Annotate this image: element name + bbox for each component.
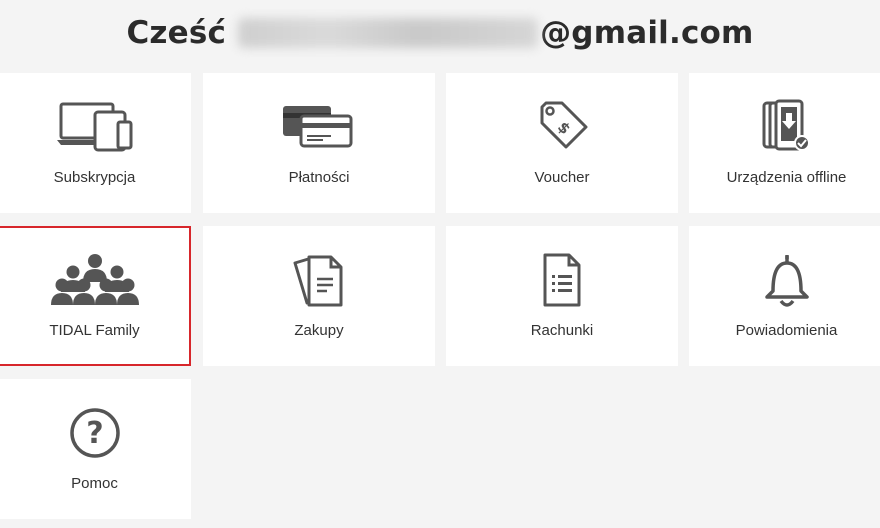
tile-subscription[interactable]: Subskrypcja	[0, 73, 191, 213]
tile-label: Rachunki	[530, 322, 594, 339]
bell-icon	[742, 250, 832, 310]
offline-devices-icon	[742, 97, 832, 157]
documents-icon	[274, 250, 364, 310]
tile-label: Płatności	[288, 169, 350, 186]
tile-label: Zakupy	[294, 322, 344, 339]
tile-label: Subskrypcja	[53, 169, 136, 186]
price-tag-icon: $	[517, 97, 607, 157]
tile-label: Voucher	[534, 169, 590, 186]
tile-voucher[interactable]: $ Voucher	[446, 73, 678, 213]
tile-tidal-family[interactable]: TIDAL Family	[0, 226, 191, 366]
tile-payments[interactable]: Płatności	[203, 73, 435, 213]
tile-notifications[interactable]: Powiadomienia	[689, 226, 880, 366]
family-icon	[50, 250, 140, 310]
devices-icon	[50, 97, 140, 157]
credit-cards-icon	[274, 97, 364, 157]
receipt-icon	[517, 250, 607, 310]
tile-label: TIDAL Family	[49, 322, 140, 339]
tile-purchases[interactable]: Zakupy	[203, 226, 435, 366]
tile-offline-devices[interactable]: Urządzenia offline	[689, 73, 880, 213]
help-icon: ?	[50, 403, 140, 463]
tile-help[interactable]: ? Pomoc	[0, 379, 191, 519]
tile-receipts[interactable]: Rachunki	[446, 226, 678, 366]
tile-label: Powiadomienia	[735, 322, 838, 339]
greeting-prefix: Cześć	[126, 15, 227, 51]
tile-label: Pomoc	[71, 475, 118, 492]
svg-text:$: $	[554, 118, 574, 138]
tile-label: Urządzenia offline	[726, 169, 847, 186]
greeting-email-domain: @gmail.com	[540, 15, 754, 51]
blurred-email-username	[238, 18, 539, 48]
svg-text:?: ?	[86, 416, 103, 451]
greeting-header: Cześć @gmail.com	[0, 10, 880, 56]
